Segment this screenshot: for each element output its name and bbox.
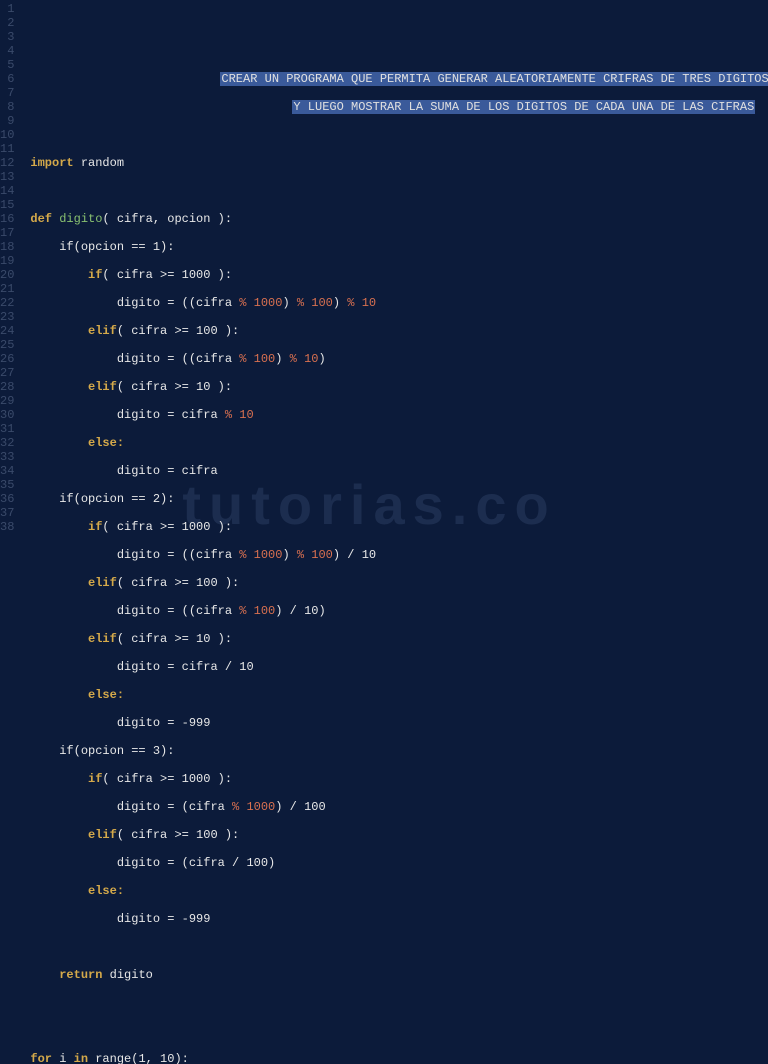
line-number: 18 (0, 240, 14, 254)
code-line: elif( cifra >= 100 ): (22, 324, 768, 338)
code-line (22, 1024, 768, 1038)
code-line: return digito (22, 968, 768, 982)
code-line: digito = cifra % 10 (22, 408, 768, 422)
line-number: 12 (0, 156, 14, 170)
code-area[interactable]: tutorias.co CREAR UN PROGRAMA QUE PERMIT… (22, 0, 768, 532)
code-content: CREAR UN PROGRAMA QUE PERMITA GENERAR AL… (22, 44, 768, 1064)
code-line: digito = cifra (22, 464, 768, 478)
code-line: digito = cifra / 10 (22, 660, 768, 674)
line-number: 15 (0, 198, 14, 212)
line-number: 34 (0, 464, 14, 478)
code-line: elif( cifra >= 100 ): (22, 576, 768, 590)
line-number: 22 (0, 296, 14, 310)
line-number: 25 (0, 338, 14, 352)
code-line: elif( cifra >= 100 ): (22, 828, 768, 842)
line-number: 37 (0, 506, 14, 520)
line-number: 21 (0, 282, 14, 296)
code-line: elif( cifra >= 10 ): (22, 632, 768, 646)
code-line: Y LUEGO MOSTRAR LA SUMA DE LOS DIGITOS D… (22, 100, 768, 114)
line-number: 35 (0, 478, 14, 492)
code-line: digito = (cifra % 1000) / 100 (22, 800, 768, 814)
code-line (22, 184, 768, 198)
line-number: 32 (0, 436, 14, 450)
code-line: if(opcion == 3): (22, 744, 768, 758)
line-number-gutter: 1234567891011121314151617181920212223242… (0, 0, 22, 532)
code-line: digito = ((cifra % 100) % 10) (22, 352, 768, 366)
line-number: 8 (0, 100, 14, 114)
line-number: 33 (0, 450, 14, 464)
code-line (22, 940, 768, 954)
code-line: def digito( cifra, opcion ): (22, 212, 768, 226)
code-line: CREAR UN PROGRAMA QUE PERMITA GENERAR AL… (22, 72, 768, 86)
code-line: else: (22, 688, 768, 702)
line-number: 17 (0, 226, 14, 240)
line-number: 36 (0, 492, 14, 506)
code-line (22, 996, 768, 1010)
code-line: digito = ((cifra % 100) / 10) (22, 604, 768, 618)
line-number: 11 (0, 142, 14, 156)
line-number: 30 (0, 408, 14, 422)
line-number: 28 (0, 380, 14, 394)
line-number: 19 (0, 254, 14, 268)
line-number: 13 (0, 170, 14, 184)
line-number: 16 (0, 212, 14, 226)
line-number: 31 (0, 422, 14, 436)
code-editor[interactable]: 1234567891011121314151617181920212223242… (0, 0, 768, 532)
line-number: 9 (0, 114, 14, 128)
line-number: 10 (0, 128, 14, 142)
code-line: if( cifra >= 1000 ): (22, 268, 768, 282)
code-line: digito = ((cifra % 1000) % 100) % 10 (22, 296, 768, 310)
line-number: 29 (0, 394, 14, 408)
selected-comment-1: CREAR UN PROGRAMA QUE PERMITA GENERAR AL… (220, 72, 768, 86)
code-line: if(opcion == 2): (22, 492, 768, 506)
code-line: digito = -999 (22, 716, 768, 730)
code-line: else: (22, 436, 768, 450)
code-line: for i in range(1, 10): (22, 1052, 768, 1064)
line-number: 6 (0, 72, 14, 86)
code-line: elif( cifra >= 10 ): (22, 380, 768, 394)
line-number: 5 (0, 58, 14, 72)
line-number: 7 (0, 86, 14, 100)
line-number: 27 (0, 366, 14, 380)
selected-comment-2: Y LUEGO MOSTRAR LA SUMA DE LOS DIGITOS D… (292, 100, 755, 114)
line-number: 20 (0, 268, 14, 282)
code-line: if( cifra >= 1000 ): (22, 772, 768, 786)
line-number: 3 (0, 30, 14, 44)
code-line: import random (22, 156, 768, 170)
line-number: 14 (0, 184, 14, 198)
line-number: 26 (0, 352, 14, 366)
code-line: digito = (cifra / 100) (22, 856, 768, 870)
code-line (22, 128, 768, 142)
code-line: if(opcion == 1): (22, 240, 768, 254)
line-number: 2 (0, 16, 14, 30)
line-number: 24 (0, 324, 14, 338)
line-number: 1 (0, 2, 14, 16)
line-number: 4 (0, 44, 14, 58)
code-line: digito = -999 (22, 912, 768, 926)
line-number: 23 (0, 310, 14, 324)
code-line: digito = ((cifra % 1000) % 100) / 10 (22, 548, 768, 562)
code-line: else: (22, 884, 768, 898)
